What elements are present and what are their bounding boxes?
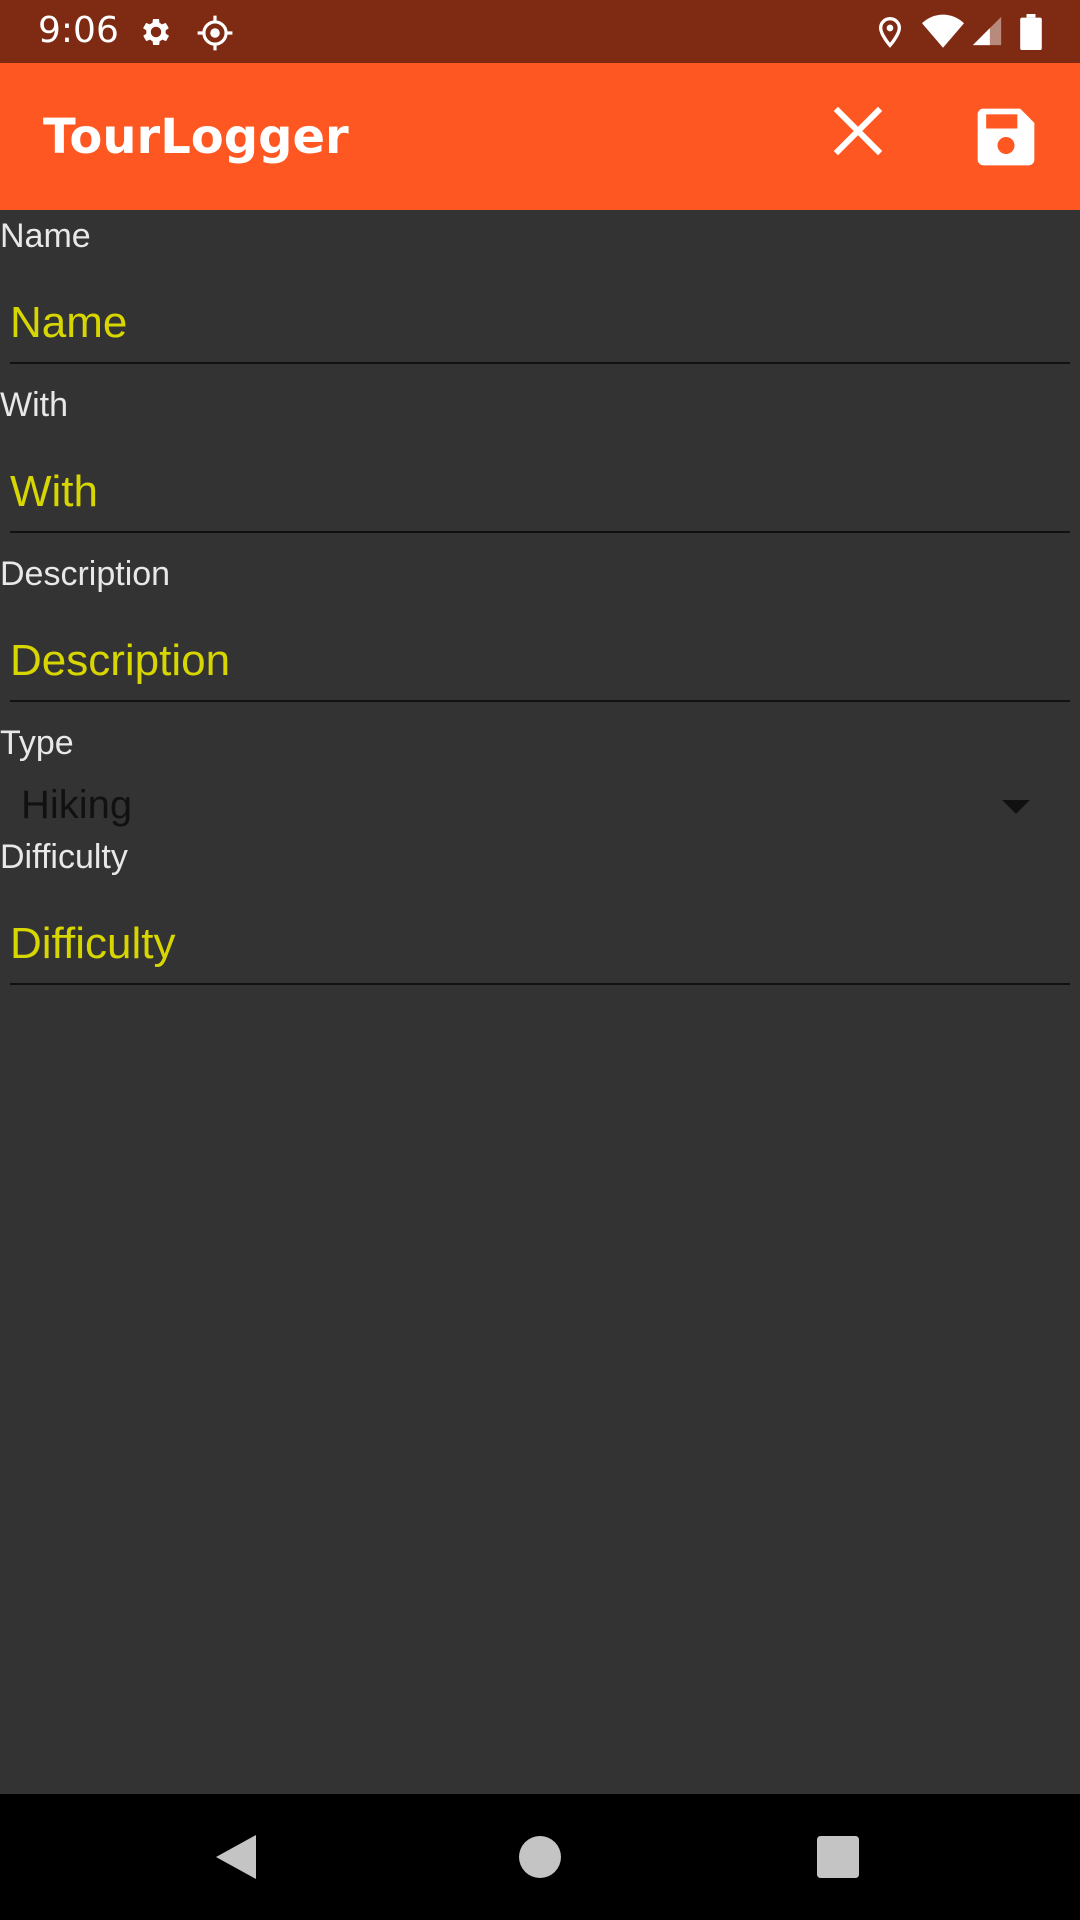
- with-label: With: [0, 386, 68, 424]
- app-title: TourLogger: [43, 109, 349, 165]
- status-bar: 9:06: [0, 0, 1080, 63]
- status-time: 9:06: [38, 10, 119, 51]
- battery-icon: [1020, 14, 1042, 54]
- cell-signal-icon: [970, 14, 1004, 52]
- tour-form: Name With Description Type Hiking Diffic…: [0, 210, 1080, 1794]
- type-label: Type: [0, 724, 74, 762]
- description-input[interactable]: [10, 630, 1070, 702]
- wifi-icon: [922, 14, 964, 54]
- close-icon[interactable]: [828, 101, 888, 165]
- type-selected-value: Hiking: [21, 783, 133, 827]
- back-icon[interactable]: [212, 1830, 260, 1888]
- home-icon[interactable]: [519, 1836, 561, 1882]
- settings-icon: [138, 14, 174, 54]
- save-icon[interactable]: [972, 103, 1040, 175]
- type-spinner[interactable]: Hiking: [0, 772, 1080, 838]
- app-bar: TourLogger: [0, 63, 1080, 210]
- name-label: Name: [0, 217, 91, 255]
- with-input[interactable]: [10, 461, 1070, 533]
- navigation-bar: [0, 1794, 1080, 1920]
- dropdown-arrow-icon: [1002, 800, 1030, 814]
- difficulty-label: Difficulty: [0, 838, 128, 876]
- location-pin-icon: [874, 14, 906, 54]
- name-input[interactable]: [10, 292, 1070, 364]
- location-target-icon: [196, 14, 234, 56]
- difficulty-input[interactable]: [10, 913, 1070, 985]
- description-label: Description: [0, 555, 171, 593]
- recents-icon[interactable]: [817, 1836, 859, 1882]
